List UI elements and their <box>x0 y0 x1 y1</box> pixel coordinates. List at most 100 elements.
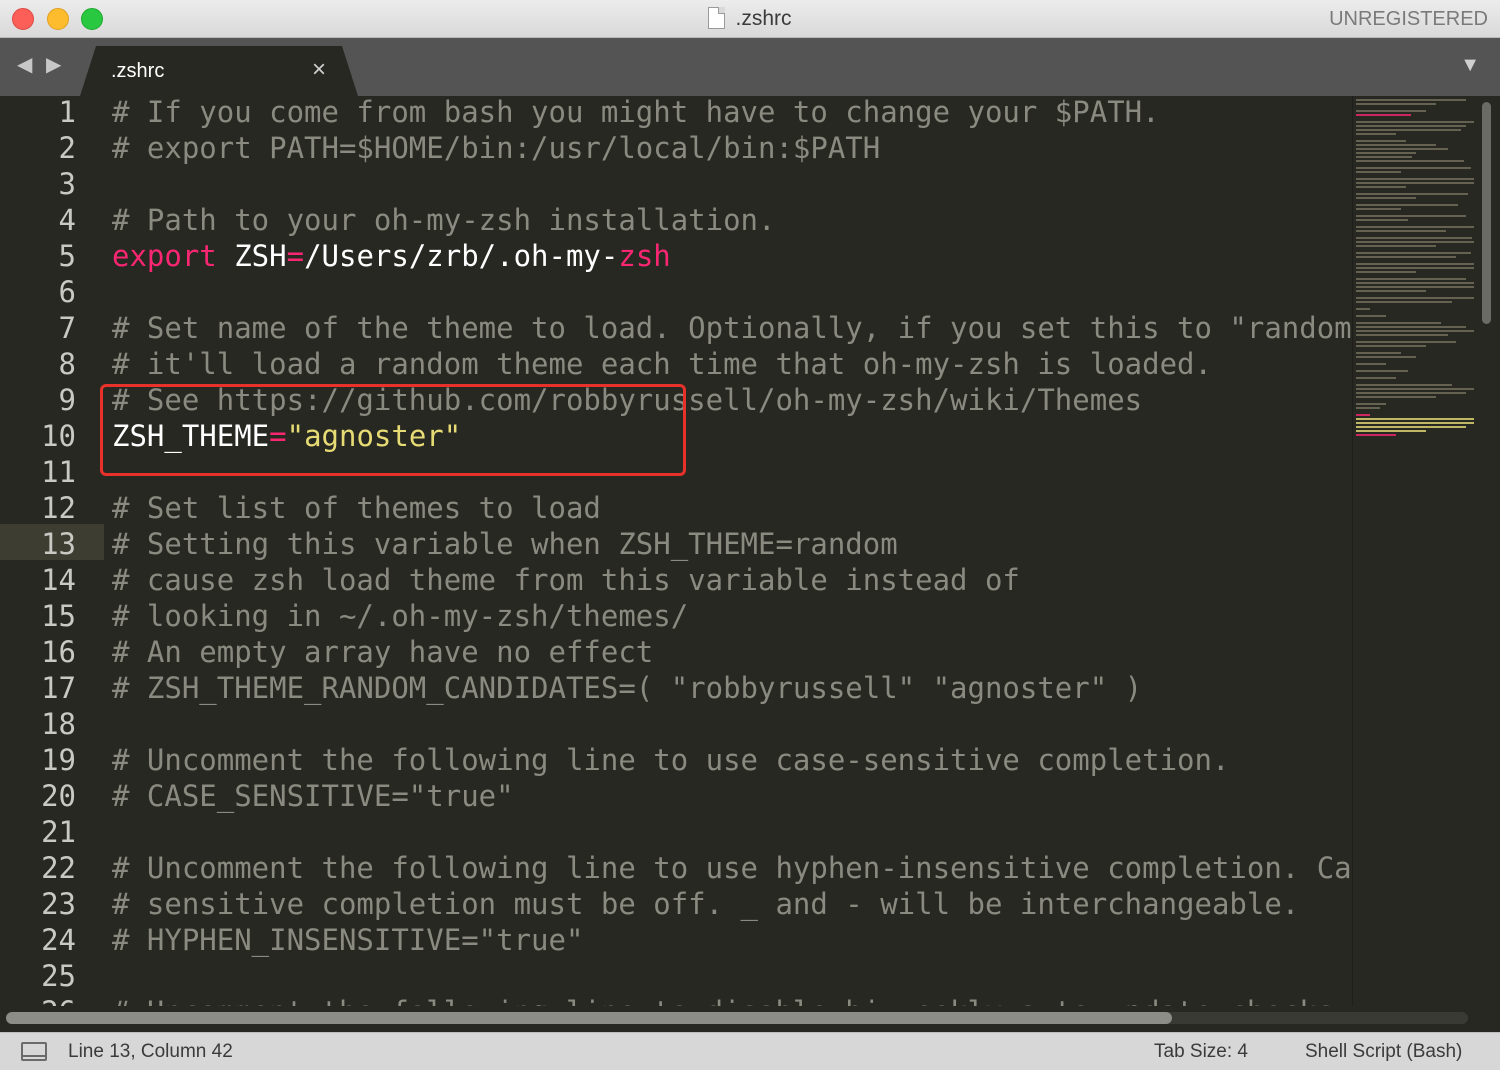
line-number: 26 <box>41 994 76 1006</box>
keyword-export: export <box>112 239 217 273</box>
minimap-line <box>1356 103 1436 105</box>
minimap-line <box>1356 377 1396 379</box>
minimap-line <box>1356 99 1466 101</box>
window-title: .zshrc <box>0 0 1500 38</box>
horizontal-scrollbar-thumb[interactable] <box>6 1012 1172 1024</box>
minimap-line <box>1356 241 1474 243</box>
line-number: 3 <box>58 167 76 201</box>
line-number: 7 <box>58 311 76 345</box>
minimap-line <box>1356 426 1466 428</box>
code-line-4: # Path to your oh-my-zsh installation. <box>112 203 776 237</box>
window-title-text: .zshrc <box>735 7 792 30</box>
minimap-line <box>1356 156 1412 158</box>
code-line-22: # Uncomment the following line to use hy… <box>112 851 1352 885</box>
code-line-20: # CASE_SENSITIVE="true" <box>112 779 514 813</box>
zsh-path-suffix: zsh <box>618 239 671 273</box>
line-number: 6 <box>58 275 76 309</box>
minimap-line <box>1356 326 1466 328</box>
line-number: 5 <box>58 239 76 273</box>
minimap-line <box>1356 434 1396 436</box>
minimap-line <box>1356 193 1468 195</box>
code-line-8: # it'll load a random theme each time th… <box>112 347 1212 381</box>
minimap-line <box>1356 418 1474 420</box>
tab-list-dropdown-icon[interactable]: ▼ <box>1460 54 1480 77</box>
code-line-12: # Set list of themes to load <box>112 491 601 525</box>
code-line-15: # looking in ~/.oh-my-zsh/themes/ <box>112 599 689 633</box>
syntax-selector[interactable]: Shell Script (Bash) <box>1305 1041 1462 1063</box>
minimap-line <box>1356 301 1452 303</box>
status-bar: Line 13, Column 42 Tab Size: 4 Shell Scr… <box>0 1032 1500 1070</box>
minimap-line <box>1356 133 1396 135</box>
minimap-line <box>1356 290 1426 292</box>
line-number: 11 <box>41 455 76 489</box>
minimap-line <box>1356 110 1426 112</box>
minimap-line <box>1356 422 1474 424</box>
minimap-line <box>1356 392 1466 394</box>
minimap-line <box>1356 370 1408 372</box>
minimap-line <box>1356 252 1471 254</box>
minimap-line <box>1356 129 1461 131</box>
minimap-line <box>1356 308 1370 310</box>
zsh-path: /Users/zrb/.oh-my- <box>304 239 619 273</box>
minimap-line <box>1356 403 1386 405</box>
line-number: 4 <box>58 203 76 237</box>
line-number: 17 <box>41 671 76 705</box>
minimap-line <box>1356 197 1416 199</box>
minimap-line <box>1356 356 1416 358</box>
minimap-line <box>1356 414 1370 416</box>
tab-bar: ◀ ▶ .zshrc × ▼ <box>0 38 1500 96</box>
panel-toggle-icon[interactable] <box>21 1042 47 1061</box>
line-number: 23 <box>41 887 76 921</box>
minimap-line <box>1356 160 1464 162</box>
code-line-17: # ZSH_THEME_RANDOM_CANDIDATES=( "robbyru… <box>112 671 1143 705</box>
line-number: 25 <box>41 959 76 993</box>
line-number: 20 <box>41 779 76 813</box>
variable-zsh: ZSH <box>216 239 287 273</box>
line-number: 14 <box>41 563 76 597</box>
tab-size-selector[interactable]: Tab Size: 4 <box>1154 1041 1248 1063</box>
minimap-line <box>1356 186 1406 188</box>
line-number-gutter: 1 2 3 4 5 6 7 8 9 10 11 12 13 14 15 16 1… <box>0 96 104 1006</box>
line-number: 22 <box>41 851 76 885</box>
minimap-line <box>1356 341 1456 343</box>
minimap-line <box>1356 315 1386 317</box>
document-icon <box>708 7 726 29</box>
minimap-line <box>1356 167 1471 169</box>
code-area[interactable]: # If you come from bash you might have t… <box>112 96 1352 1006</box>
code-line-14: # cause zsh load theme from this variabl… <box>112 563 1020 597</box>
minimap-line <box>1356 322 1441 324</box>
code-line-13: # Setting this variable when ZSH_THEME=r… <box>112 527 898 561</box>
minimap-line <box>1356 245 1436 247</box>
minimap-line <box>1356 171 1401 173</box>
tab-close-icon[interactable]: × <box>312 56 326 84</box>
editor[interactable]: 1 2 3 4 5 6 7 8 9 10 11 12 13 14 15 16 1… <box>0 96 1500 1006</box>
minimap-line <box>1356 152 1416 154</box>
tab-zshrc[interactable]: .zshrc × <box>80 46 358 96</box>
tab-navigation-arrows-icon[interactable]: ◀ ▶ <box>17 52 65 77</box>
minimap[interactable] <box>1352 96 1478 1006</box>
code-line-16: # An empty array have no effect <box>112 635 654 669</box>
line-number: 8 <box>58 347 76 381</box>
code-line-1: # If you come from bash you might have t… <box>112 96 1160 129</box>
code-line-23: # sensitive completion must be off. _ an… <box>112 887 1300 921</box>
minimap-line <box>1356 271 1416 273</box>
minimap-line <box>1356 237 1472 239</box>
minimap-line <box>1356 430 1426 432</box>
vertical-scrollbar[interactable] <box>1482 102 1491 324</box>
minimap-line <box>1356 121 1474 123</box>
code-line-2: # export PATH=$HOME/bin:/usr/local/bin:$… <box>112 131 881 165</box>
line-number: 18 <box>41 707 76 741</box>
minimap-line <box>1356 114 1411 116</box>
minimap-line <box>1356 226 1474 228</box>
minimap-line <box>1356 297 1474 299</box>
code-line-19: # Uncomment the following line to use ca… <box>112 743 1230 777</box>
line-number: 9 <box>58 383 76 417</box>
line-number: 1 <box>58 96 76 129</box>
minimap-line <box>1356 282 1474 284</box>
minimap-line <box>1356 182 1474 184</box>
minimap-line <box>1356 286 1474 288</box>
minimap-line <box>1356 334 1448 336</box>
code-line-7: # Set name of the theme to load. Optiona… <box>112 311 1352 345</box>
minimap-line <box>1356 388 1474 390</box>
minimap-line <box>1356 148 1448 150</box>
